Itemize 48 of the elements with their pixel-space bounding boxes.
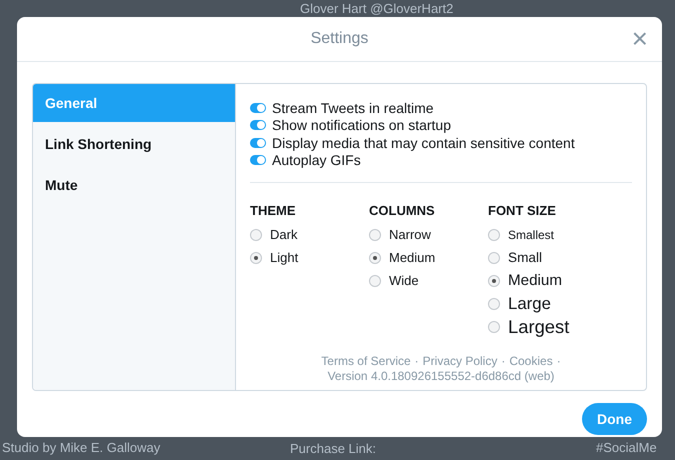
radio-button[interactable] — [250, 228, 262, 240]
radio-button[interactable] — [369, 274, 381, 286]
radio-label: Large — [508, 294, 551, 314]
radio-label: Light — [270, 250, 298, 265]
group-heading: THEME — [250, 203, 296, 218]
radio-label: Small — [508, 250, 542, 265]
group-heading: COLUMNS — [369, 203, 436, 218]
toggle-switch[interactable] — [250, 120, 266, 130]
toggle-switch[interactable] — [250, 102, 266, 113]
toggle-switch[interactable] — [250, 155, 266, 166]
sidebar-item[interactable]: Link Shortening — [33, 125, 235, 163]
separator-dot: · — [501, 354, 506, 369]
group-heading: FONT SIZE — [488, 203, 557, 218]
separator-dot: · — [414, 354, 419, 369]
done-button[interactable]: Done — [582, 403, 647, 435]
radio-button[interactable] — [488, 252, 500, 264]
radio-button[interactable] — [488, 298, 500, 310]
radio-button[interactable] — [488, 228, 500, 240]
version-text: Version 4.0.180926155552-d6d86cd (web) — [326, 369, 556, 384]
toggle-label: Autoplay GIFs — [272, 152, 361, 168]
sidebar-item[interactable]: Mute — [33, 166, 235, 204]
background-text: Glover Hart @GloverHart2 — [300, 1, 454, 16]
radio-button[interactable] — [250, 252, 262, 264]
dialog-title: Settings — [310, 30, 368, 48]
radio-label: Narrow — [389, 227, 431, 242]
separator-dot: · — [556, 354, 561, 369]
radio-label: Smallest — [508, 228, 554, 242]
radio-label: Largest — [508, 316, 570, 338]
radio-label: Medium — [389, 250, 436, 265]
radio-label: Dark — [270, 227, 298, 242]
toggle-label: Stream Tweets in realtime — [272, 100, 434, 116]
radio-button[interactable] — [369, 228, 381, 240]
sidebar-item[interactable]: General — [33, 84, 235, 122]
radio-button[interactable] — [488, 320, 500, 332]
toggle-label: Show notifications on startup — [272, 117, 451, 134]
background-text: Purchase Link: — [290, 441, 376, 456]
footer-link[interactable]: Terms of Service — [321, 354, 411, 369]
background-text: #SocialMe — [596, 440, 657, 455]
close-button[interactable]: × — [628, 27, 652, 51]
footer-link[interactable]: Cookies — [509, 354, 553, 369]
radio-label: Wide — [389, 273, 419, 288]
radio-button[interactable] — [488, 274, 500, 286]
toggle-switch[interactable] — [250, 138, 266, 148]
footer-link[interactable]: Privacy Policy — [422, 354, 498, 369]
toggle-label: Display media that may contain sensitive content — [272, 134, 575, 151]
radio-label: Medium — [508, 272, 562, 289]
radio-button[interactable] — [369, 252, 381, 264]
background-text: Studio by Mike E. Galloway — [2, 440, 160, 455]
